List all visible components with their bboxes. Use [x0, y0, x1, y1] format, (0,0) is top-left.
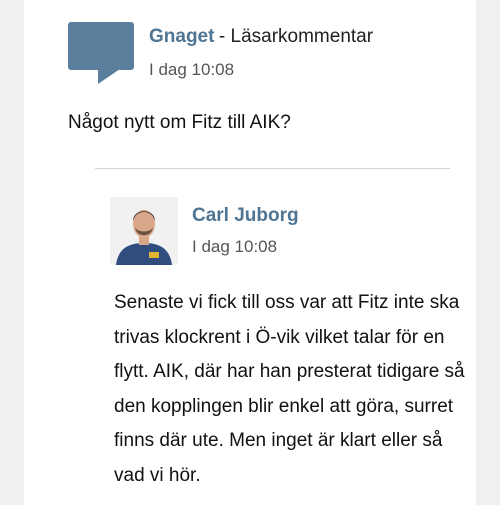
comment-card: Gnaget - Läsarkommentar I dag 10:08 Någo… [24, 0, 476, 505]
question-meta: Gnaget - Läsarkommentar [149, 26, 373, 48]
divider [95, 168, 450, 169]
question-text: Något nytt om Fitz till AIK? [68, 112, 291, 133]
answer-author[interactable]: Carl Juborg [192, 205, 299, 227]
question-author[interactable]: Gnaget [149, 26, 214, 47]
speech-bubble-icon [68, 22, 134, 84]
answer-text: Senaste vi fick till oss var att Fitz in… [114, 292, 465, 486]
avatar [110, 197, 178, 265]
question-type-label: - Läsarkommentar [218, 26, 374, 47]
answer-timestamp: I dag 10:08 [192, 237, 278, 256]
question-timestamp: I dag 10:08 [149, 60, 235, 79]
